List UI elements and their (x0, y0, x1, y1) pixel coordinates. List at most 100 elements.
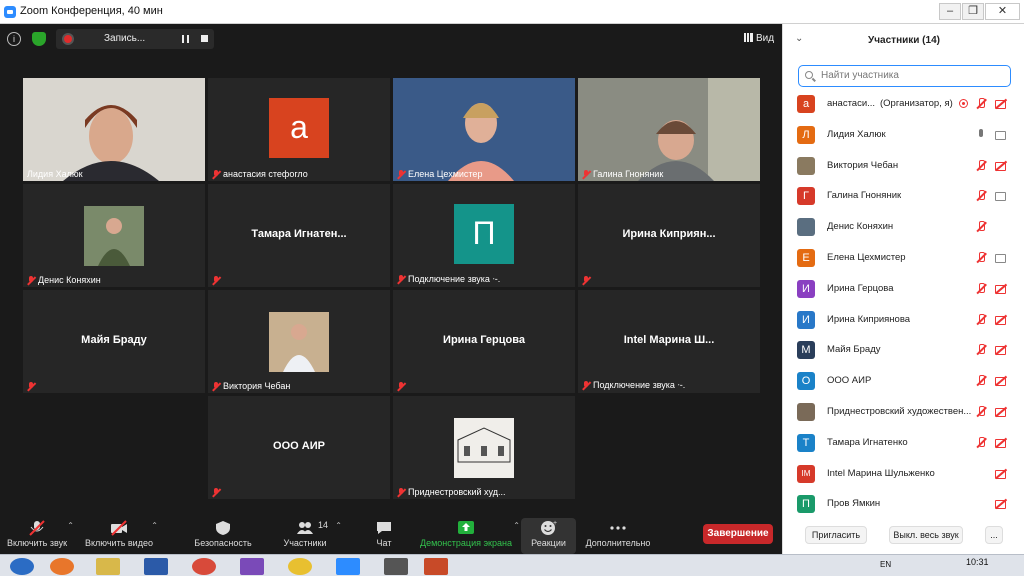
video-off-icon[interactable] (995, 437, 1007, 449)
participant-row[interactable]: О ООО АИР (797, 370, 1019, 392)
end-meeting-button[interactable]: Завершение (703, 524, 773, 544)
invite-button[interactable]: Пригласить (805, 526, 867, 544)
view-button[interactable]: Вид (744, 33, 774, 44)
mic-icon[interactable] (975, 128, 987, 141)
window-icon[interactable] (384, 558, 408, 575)
participant-row[interactable]: Денис Коняхин (797, 216, 1019, 238)
participant-row[interactable]: Приднестровский художествен... (797, 401, 1019, 423)
start-video-button[interactable]: Включить видео ⌃ (84, 518, 158, 554)
panel-more-button[interactable]: ... (985, 526, 1003, 544)
video-off-icon[interactable] (995, 283, 1007, 295)
app-icon[interactable] (288, 558, 312, 575)
video-off-icon[interactable] (995, 406, 1007, 418)
participant-tile[interactable]: Приднестровский худ... (393, 396, 575, 499)
mic-muted-icon[interactable] (975, 98, 987, 110)
participant-name: Приднестровский художествен... (827, 406, 972, 417)
participant-avatar: И (797, 279, 815, 298)
participant-row[interactable]: Е Елена Цехмистер (797, 247, 1019, 269)
participant-name-large: Ирина Киприян... (622, 228, 716, 240)
participant-tile[interactable]: Денис Коняхин (23, 184, 205, 287)
mic-muted-icon[interactable] (975, 252, 987, 264)
chevron-up-icon[interactable]: ⌃ (67, 521, 74, 530)
participant-tile[interactable]: Елена Цехмистер (393, 78, 575, 181)
mic-muted-icon[interactable] (975, 313, 987, 326)
mic-muted-icon[interactable] (975, 190, 987, 202)
participant-row[interactable]: Г Галина Гноняник (797, 185, 1019, 207)
participant-row[interactable]: IM Intel Марина Шульженко (797, 463, 1019, 485)
video-off-icon[interactable] (995, 375, 1007, 387)
chevron-up-icon[interactable]: ⌃ (335, 521, 342, 530)
participant-tile[interactable]: Ирина Герцова (393, 290, 575, 393)
participant-name: Елена Цехмистер (827, 252, 906, 263)
participant-photo (454, 418, 514, 478)
video-off-icon[interactable] (995, 498, 1007, 510)
share-screen-button[interactable]: Демонстрация экрана ⌃ (418, 518, 520, 554)
start-icon[interactable] (10, 558, 34, 575)
zoom-taskbar-icon[interactable] (336, 558, 360, 575)
mute-all-button[interactable]: Выкл. весь звук (889, 526, 963, 544)
participant-name: Галина Гноняник (593, 169, 664, 179)
video-off-icon[interactable] (995, 314, 1007, 326)
participant-tile[interactable]: а анастасия стефогло (208, 78, 390, 181)
mic-muted-icon[interactable] (975, 436, 987, 449)
mic-muted-icon[interactable] (975, 159, 987, 172)
chat-button[interactable]: Чат (370, 518, 398, 554)
pause-recording-icon[interactable] (182, 35, 189, 43)
maximize-button[interactable]: ❐ (962, 3, 984, 20)
video-off-icon[interactable] (995, 160, 1007, 172)
viber-icon[interactable] (240, 558, 264, 575)
participant-tile[interactable]: ООО АИР (208, 396, 390, 499)
participant-tile[interactable]: Майя Браду (23, 290, 205, 393)
participant-row[interactable]: Виктория Чебан (797, 155, 1019, 177)
chevron-up-icon[interactable]: ⌃ (151, 521, 158, 530)
participant-row[interactable]: И Ирина Киприянова (797, 309, 1019, 331)
participant-tile[interactable]: Галина Гноняник (578, 78, 760, 181)
folder-icon[interactable] (96, 558, 120, 575)
minimize-button[interactable]: – (939, 3, 961, 20)
powerpoint-icon[interactable] (424, 558, 448, 575)
info-icon[interactable]: i (7, 32, 21, 46)
chrome-icon[interactable] (192, 558, 216, 575)
chevron-up-icon[interactable]: ⌃ (513, 521, 520, 530)
participant-row[interactable]: Л Лидия Халюк (797, 124, 1019, 146)
unmute-button[interactable]: Включить звук ⌃ (4, 518, 74, 554)
video-icon[interactable] (995, 252, 1007, 264)
participant-row[interactable]: П Пров Ямкин (797, 493, 1019, 515)
more-button[interactable]: Дополнительно (584, 518, 652, 554)
participant-tile[interactable]: Лидия Халюк (23, 78, 205, 181)
language-indicator[interactable]: EN (880, 560, 891, 569)
word-icon[interactable] (144, 558, 168, 575)
participant-tile[interactable]: Тамара Игнатен... (208, 184, 390, 287)
mic-muted-icon[interactable] (975, 344, 987, 356)
security-label: Безопасность (194, 538, 252, 548)
stop-recording-icon[interactable] (201, 35, 208, 42)
video-icon[interactable] (995, 129, 1007, 141)
mic-muted-icon[interactable] (975, 282, 987, 295)
security-button[interactable]: Безопасность (193, 518, 253, 554)
reactions-button[interactable]: + Реакции (521, 518, 576, 554)
participant-search-input[interactable]: Найти участника (798, 65, 1011, 87)
participant-row[interactable]: И Ирина Герцова (797, 278, 1019, 300)
participant-tile[interactable]: Intel Марина Ш... Подключение звука ᐧ-. (578, 290, 760, 393)
participant-tile[interactable]: Виктория Чебан (208, 290, 390, 393)
video-off-icon[interactable] (995, 98, 1007, 110)
close-button[interactable]: ✕ (985, 3, 1020, 20)
participant-tile[interactable]: Ирина Киприян... (578, 184, 760, 287)
video-off-icon[interactable] (995, 344, 1007, 356)
participant-row[interactable]: а анастаси... (Организатор, я) (797, 93, 1019, 115)
mic-muted-icon[interactable] (975, 375, 987, 387)
video-off-icon[interactable] (995, 468, 1007, 480)
participants-button[interactable]: Участники 14 ⌃ (282, 518, 343, 554)
video-icon[interactable] (995, 190, 1007, 202)
participant-row[interactable]: М Майя Браду (797, 339, 1019, 361)
participant-tile[interactable]: П Подключение звука ᐧ-. (393, 184, 575, 287)
participant-avatar: Е (797, 249, 815, 267)
browser-icon[interactable] (50, 558, 74, 575)
mic-muted-icon[interactable] (975, 221, 987, 233)
participant-name: Лидия Халюк (827, 128, 886, 140)
mic-muted-icon[interactable] (975, 406, 987, 418)
participants-panel: ⌄ Участники (14) Найти участника а анаста… (782, 24, 1024, 554)
participant-row[interactable]: Т Тамара Игнатенко (797, 432, 1019, 454)
encryption-shield-icon[interactable] (32, 32, 46, 46)
participant-video (578, 78, 760, 181)
